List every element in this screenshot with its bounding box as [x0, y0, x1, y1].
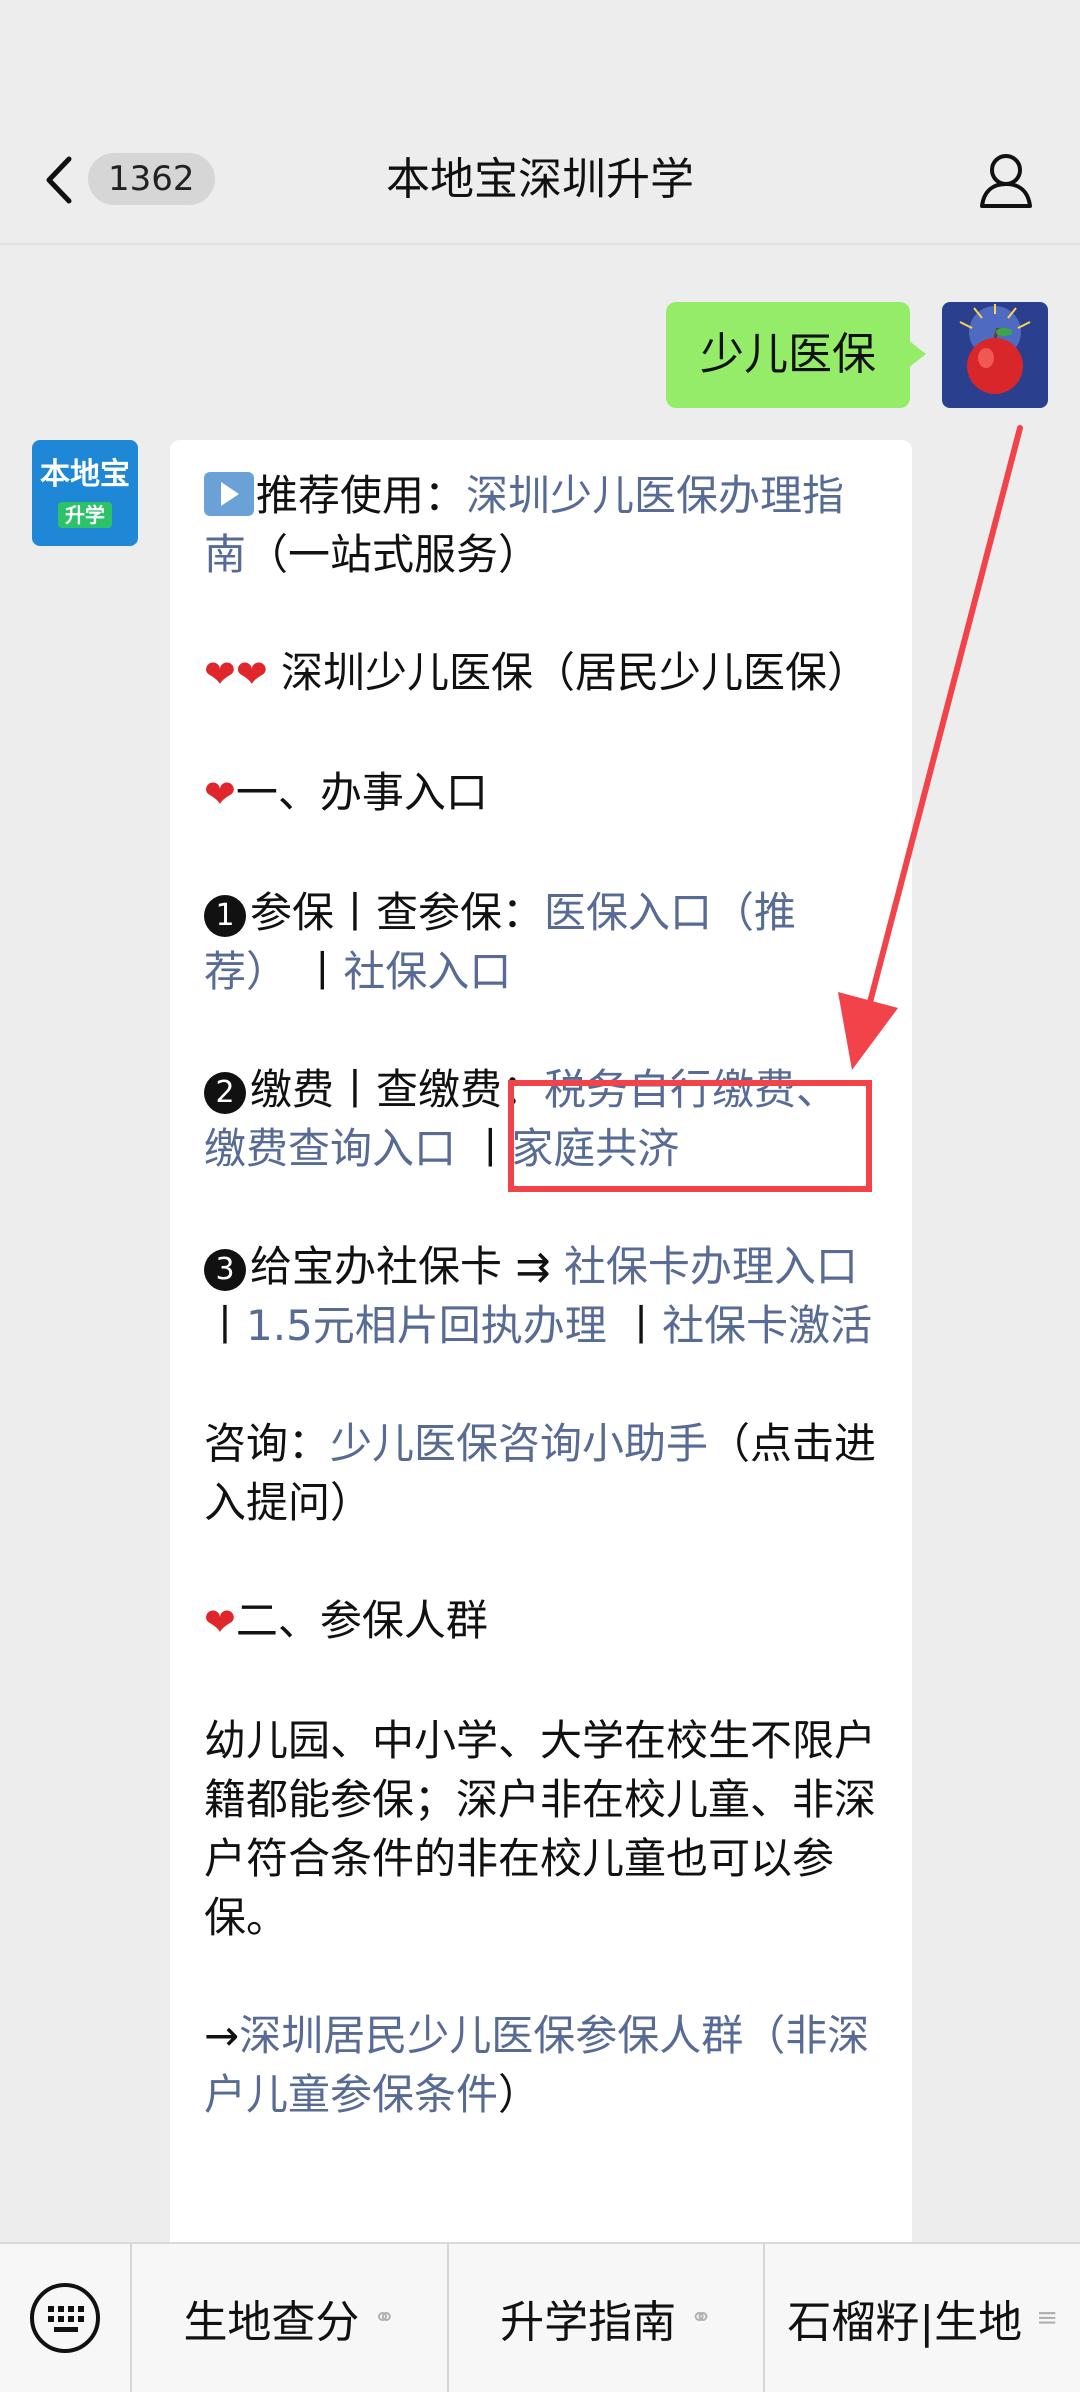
- keyboard-icon[interactable]: [0, 2243, 130, 2392]
- item-3-label: 给宝办社保卡 ⇉: [250, 1242, 564, 1291]
- menu-item-shiliuzi[interactable]: 石榴籽|生地 ≡: [763, 2243, 1080, 2392]
- highlight-box: [508, 1080, 872, 1192]
- section-title: 一、办事入口: [235, 768, 488, 817]
- heart-icon: ❤: [204, 1600, 236, 1644]
- separator: 丨: [606, 1301, 663, 1350]
- number-3-icon: 3: [204, 1249, 246, 1291]
- guide-suffix: （一站式服务）: [246, 530, 541, 579]
- photo-receipt-link[interactable]: 1.5元相片回执办理: [246, 1301, 607, 1350]
- section-heading-1: ❤一、办事入口: [204, 763, 878, 824]
- account-avatar[interactable]: 本地宝 升学: [32, 440, 138, 546]
- closing-paren: ）: [498, 2070, 541, 2119]
- number-1-icon: 1: [204, 895, 246, 937]
- arrow-icon: →: [204, 2011, 240, 2060]
- reply-message-bubble: 推荐使用：深圳少儿医保办理指南（一站式服务） ❤❤ 深圳少儿医保（居民少儿医保）…: [170, 440, 912, 2260]
- separator: 丨: [204, 1301, 247, 1350]
- social-insurance-link[interactable]: 社保入口: [343, 947, 511, 996]
- profile-icon[interactable]: [976, 150, 1036, 210]
- separator: 丨: [288, 947, 344, 996]
- consult-line: 咨询：少儿医保咨询小助手（点击进入提问）: [204, 1414, 878, 1532]
- play-icon: [204, 472, 254, 516]
- bottom-menu-bar: 生地查分 ⚭ 升学指南 ⚭ 石榴籽|生地 ≡: [0, 2242, 1080, 2392]
- consult-assistant-link[interactable]: 少儿医保咨询小助手: [330, 1419, 708, 1468]
- item-3: 3 给宝办社保卡 ⇉ 社保卡办理入口 丨1.5元相片回执办理 丨社保卡激活: [204, 1237, 878, 1355]
- heart-icon: ❤❤: [204, 652, 268, 696]
- eligibility-links: →深圳居民少儿医保参保人群（非深户儿童参保条件）: [204, 2006, 878, 2124]
- my-avatar[interactable]: [942, 302, 1048, 408]
- topic-line: ❤❤ 深圳少儿医保（居民少儿医保）: [204, 643, 878, 704]
- item-1: 1 参保丨查参保：医保入口（推荐） 丨社保入口: [204, 883, 878, 1001]
- item-1-label: 参保丨查参保：: [250, 888, 545, 937]
- section-heading-2: ❤二、参保人群: [204, 1591, 878, 1652]
- recommend-line: 推荐使用：深圳少儿医保办理指南（一站式服务）: [204, 466, 878, 584]
- svg-text:本地宝: 本地宝: [40, 457, 130, 491]
- heart-icon: ❤: [204, 772, 236, 816]
- card-activate-link[interactable]: 社保卡激活: [662, 1301, 872, 1350]
- menu-item-admission-guide[interactable]: 升学指南 ⚭: [446, 2243, 764, 2392]
- section-title: 二、参保人群: [235, 1596, 488, 1645]
- separator: 丨: [456, 1124, 512, 1173]
- recommend-label: 推荐使用：: [256, 471, 467, 520]
- svg-text:升学: 升学: [65, 503, 105, 527]
- menu-label: 生地查分: [183, 2297, 360, 2348]
- link-icon: ⚭: [690, 2303, 712, 2333]
- topic-text: 深圳少儿医保（居民少儿医保）: [267, 648, 870, 697]
- chat-title: 本地宝深圳升学: [386, 154, 694, 205]
- eligibility-text: 幼儿园、中小学、大学在校生不限户籍都能参保；深户非在校儿童、非深户符合条件的非在…: [204, 1716, 877, 1942]
- menu-label: 石榴籽|生地: [787, 2297, 1023, 2348]
- consult-label: 咨询：: [204, 1419, 331, 1468]
- menu-list-icon: ≡: [1036, 2303, 1058, 2333]
- link-icon: ⚭: [373, 2303, 396, 2333]
- my-message-bubble: 少儿医保: [666, 302, 926, 408]
- number-2-icon: 2: [204, 1072, 246, 1114]
- eligible-group-link[interactable]: 深圳居民少儿医保参保人群: [239, 2011, 743, 2060]
- menu-label: 升学指南: [500, 2297, 677, 2348]
- chat-header: 1362 本地宝深圳升学: [0, 0, 1080, 245]
- item-2-label: 缴费丨查缴费：: [250, 1065, 545, 1114]
- card-apply-link[interactable]: 社保卡办理入口: [564, 1242, 858, 1291]
- menu-item-score-query[interactable]: 生地查分 ⚭: [130, 2243, 447, 2392]
